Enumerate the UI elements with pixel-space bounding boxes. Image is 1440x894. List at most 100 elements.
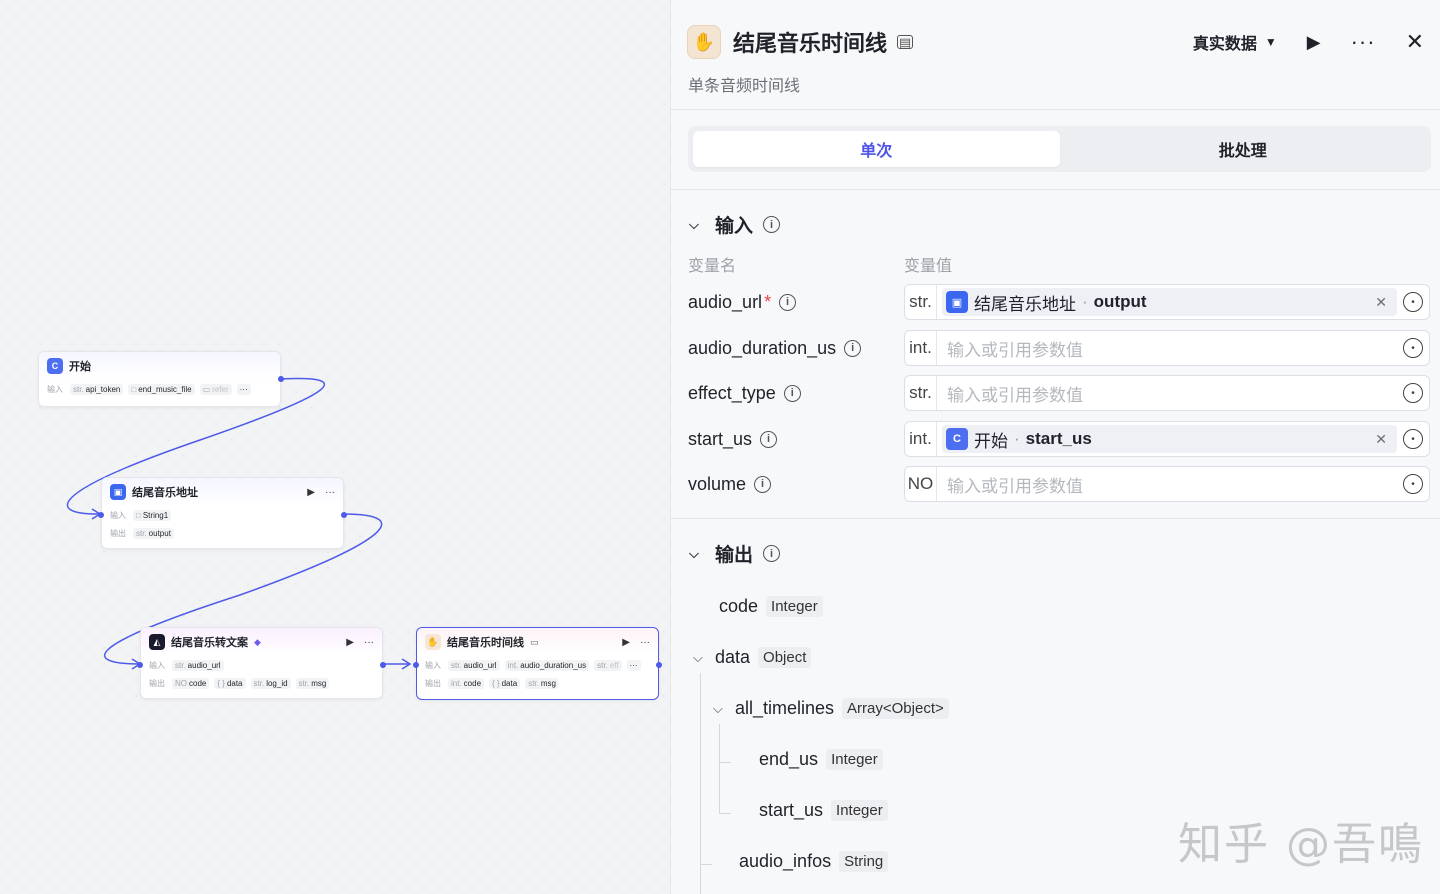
more-icon[interactable]: ···: [364, 637, 374, 648]
variable-name: volume: [688, 473, 747, 494]
more-chip[interactable]: ···: [236, 383, 251, 395]
edit-icon[interactable]: ▭: [530, 637, 539, 648]
chevron-down-icon[interactable]: ⌵: [693, 650, 707, 666]
input-chip: str. audio_url: [448, 659, 500, 671]
variable-value-field[interactable]: str. 输入或引用参数值 •: [904, 375, 1430, 411]
handshake-icon: ✋: [687, 25, 721, 59]
divider: [671, 189, 1440, 190]
reference-chip[interactable]: ▣ 结尾音乐地址 · output ✕: [942, 288, 1397, 316]
input-chip: □ String1: [133, 509, 172, 521]
edit-icon[interactable]: ▤: [897, 35, 914, 49]
variable-value-field[interactable]: NO 输入或引用参数值 •: [904, 466, 1430, 502]
ref-variable: output: [1093, 292, 1147, 311]
info-icon[interactable]: i: [760, 430, 778, 448]
input-chip: str. audio_url: [172, 659, 224, 671]
more-icon[interactable]: ···: [325, 487, 335, 498]
output-field-all-timelines[interactable]: ⌵ all_timelines Array<Object>: [713, 698, 949, 719]
info-icon[interactable]: i: [783, 384, 801, 402]
panel-subtitle: 单条音频时间线: [688, 78, 801, 95]
output-chip: NO code: [172, 677, 210, 689]
run-icon[interactable]: ▶: [622, 637, 630, 648]
info-icon[interactable]: i: [754, 475, 772, 493]
type-indicator: int.: [905, 422, 937, 456]
value-input[interactable]: 输入或引用参数值: [947, 381, 1397, 406]
field-type-badge: Integer: [831, 800, 888, 821]
start-icon: C: [946, 428, 968, 450]
variable-value-field[interactable]: int. C 开始 · start_us ✕ •: [904, 421, 1430, 457]
output-section-header[interactable]: ⌵ 输出 i: [689, 540, 781, 567]
tab-single[interactable]: 单次: [693, 131, 1060, 167]
clear-icon[interactable]: ✕: [1375, 294, 1393, 311]
variable-picker-icon[interactable]: •: [1403, 383, 1423, 403]
tree-guide-line: [719, 724, 720, 814]
input-port[interactable]: [98, 512, 104, 518]
more-chip[interactable]: ···: [626, 659, 641, 671]
variable-picker-icon[interactable]: •: [1403, 292, 1423, 312]
node-music-address-title: 结尾音乐地址: [132, 487, 198, 499]
type-indicator: str.: [905, 285, 937, 319]
clear-icon[interactable]: ✕: [1375, 431, 1393, 448]
node-start[interactable]: C 开始 输入 str. api_token □ end_music_file ▭ r…: [38, 351, 284, 407]
info-icon[interactable]: i: [763, 545, 781, 562]
info-icon[interactable]: i: [763, 216, 781, 233]
divider: [671, 518, 1440, 519]
variable-picker-icon[interactable]: •: [1403, 429, 1423, 449]
output-port[interactable]: [278, 376, 284, 382]
input-row-effect-type: effect_type i str. 输入或引用参数值 •: [688, 375, 1430, 411]
input-port[interactable]: [137, 662, 143, 668]
run-icon[interactable]: ▶: [1307, 32, 1321, 53]
tree-guide-branch: [719, 762, 731, 763]
variable-picker-icon[interactable]: •: [1403, 474, 1423, 494]
variable-picker-icon[interactable]: •: [1403, 338, 1423, 358]
dataset-label: 真实数据: [1192, 36, 1257, 53]
chevron-down-icon[interactable]: ⌵: [713, 701, 727, 717]
output-chip: int. code: [448, 677, 485, 689]
output-chip: str. output: [133, 527, 174, 539]
value-input[interactable]: 输入或引用参数值: [947, 336, 1397, 361]
input-section-header[interactable]: ⌵ 输入 i: [689, 211, 781, 238]
variable-name: effect_type: [688, 382, 776, 403]
info-icon[interactable]: i: [844, 339, 862, 357]
output-field-data[interactable]: ⌵ data Object: [693, 647, 812, 668]
dataset-dropdown[interactable]: 真实数据 ▼: [1193, 30, 1277, 54]
plugin-icon: ▣: [946, 291, 968, 313]
value-input[interactable]: 输入或引用参数值: [947, 472, 1397, 497]
info-icon[interactable]: i: [779, 293, 797, 311]
verified-icon: ◆: [254, 636, 261, 647]
variable-name: audio_duration_us: [688, 337, 837, 358]
output-port[interactable]: [656, 662, 662, 668]
tab-batch[interactable]: 批处理: [1060, 131, 1427, 167]
run-icon[interactable]: ▶: [307, 487, 315, 498]
output-port[interactable]: [341, 512, 347, 518]
more-icon[interactable]: ···: [1351, 31, 1376, 53]
node-timeline-header: ✋ 结尾音乐时间线 ▭ ▶ ···: [417, 628, 658, 656]
input-port[interactable]: [413, 662, 419, 668]
output-field-code: code Integer: [719, 596, 823, 617]
variable-name: audio_url: [688, 291, 763, 312]
reference-chip[interactable]: C 开始 · start_us ✕: [942, 425, 1397, 453]
watermark: 知乎 @吾鳴: [1178, 819, 1424, 870]
ref-node-name: 结尾音乐地址: [974, 294, 1076, 314]
chevron-down-icon[interactable]: ⌵: [689, 546, 705, 562]
variable-value-field[interactable]: str. ▣ 结尾音乐地址 · output ✕ •: [904, 284, 1430, 320]
output-section-title: 输出: [715, 545, 754, 566]
node-transcribe-title: 结尾音乐转文案: [171, 637, 248, 649]
workflow-canvas[interactable]: C 开始 输入 str. api_token □ end_music_file ▭ r…: [0, 0, 670, 894]
output-chip: str. msg: [295, 677, 330, 689]
start-icon: C: [47, 358, 63, 374]
node-music-address[interactable]: ▣ 结尾音乐地址 ▶ ··· 输入 □ String1 输出 str. output: [98, 477, 347, 549]
more-icon[interactable]: ···: [640, 637, 650, 648]
variable-value-field[interactable]: int. 输入或引用参数值 •: [904, 330, 1430, 366]
output-chip: { } data: [214, 677, 246, 689]
run-icon[interactable]: ▶: [346, 637, 354, 648]
column-header-value: 变量值: [904, 258, 953, 275]
output-port[interactable]: [380, 662, 386, 668]
node-transcribe-header: ◭ 结尾音乐转文案 ◆ ▶ ···: [141, 628, 382, 656]
chevron-down-icon[interactable]: ⌵: [689, 217, 705, 233]
field-name: code: [719, 596, 759, 616]
divider: [671, 109, 1440, 110]
node-timeline[interactable]: ✋ 结尾音乐时间线 ▭ ▶ ··· 输入 str. audio_url int. a…: [413, 627, 662, 700]
node-transcribe[interactable]: ◭ 结尾音乐转文案 ◆ ▶ ··· 输入 str. audio_url 输出 NO…: [137, 627, 386, 699]
input-chip: int. audio_duration_us: [504, 659, 590, 671]
close-icon[interactable]: ✕: [1406, 29, 1424, 55]
